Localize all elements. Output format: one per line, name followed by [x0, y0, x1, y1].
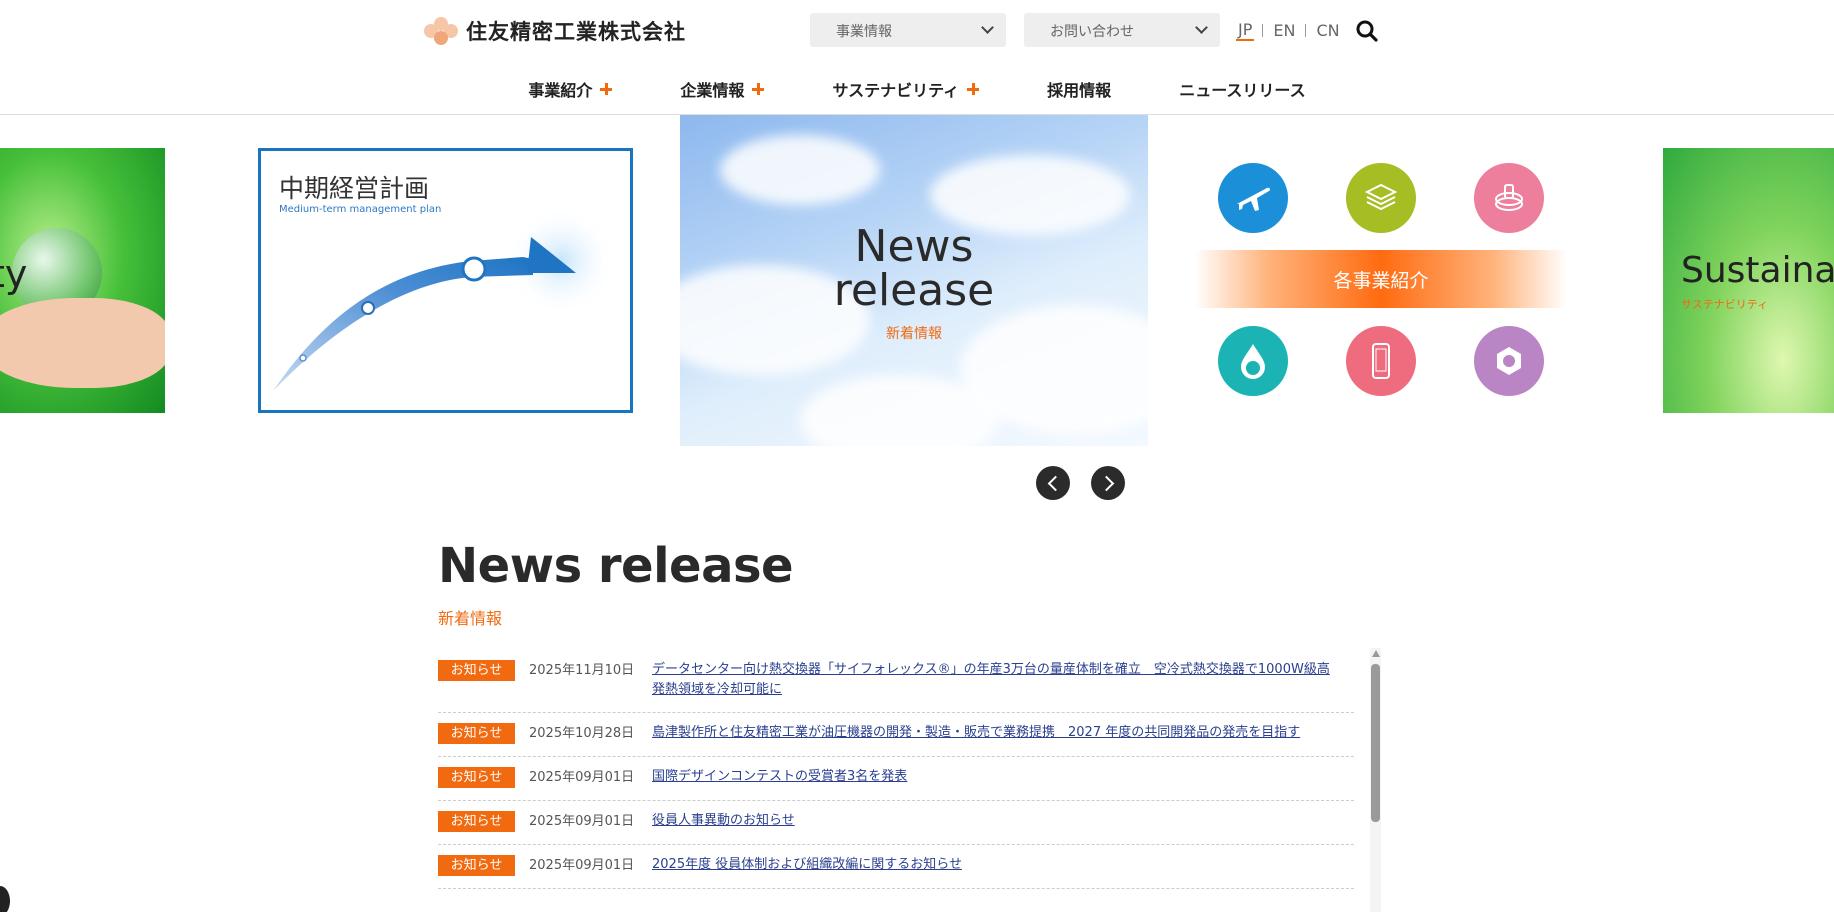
nav-recruit[interactable]: 採用情報	[1013, 77, 1145, 101]
contact-select[interactable]: お問い合わせ	[1024, 13, 1220, 47]
nav-business[interactable]: 事業紹介	[494, 77, 646, 101]
news-item: お知らせ 2025年09月01日 2025年度 役員体制および組織改編に関するお…	[438, 845, 1354, 889]
lang-divider	[1262, 24, 1264, 37]
nav-news-release-label: ニュースリリース	[1179, 81, 1306, 100]
scroll-up-icon[interactable]	[1372, 650, 1380, 657]
nav-recruit-label: 採用情報	[1047, 81, 1112, 100]
slide-medium-term-plan[interactable]: 中期経営計画 Medium-term management plan	[258, 148, 633, 413]
news-slide-subtitle: 新着情報	[886, 326, 942, 342]
floating-widget[interactable]	[0, 886, 10, 912]
news-date: 2025年09月01日	[529, 858, 635, 873]
company-logo[interactable]: 住友精密工業株式会社	[424, 16, 686, 46]
news-category-badge: お知らせ	[438, 855, 515, 876]
hex-nut-icon	[1474, 326, 1544, 396]
news-category-badge: お知らせ	[438, 767, 515, 788]
plus-icon	[600, 83, 613, 95]
lang-jp-link[interactable]: JP	[1236, 20, 1255, 41]
slide-sustainability-right[interactable]: Sustainab サステナビリティ	[1663, 148, 1834, 413]
plus-icon	[967, 83, 980, 95]
news-category-badge: お知らせ	[438, 723, 515, 744]
news-date: 2025年11月10日	[529, 663, 635, 678]
nav-company-label: 企業情報	[680, 81, 745, 100]
news-date: 2025年10月28日	[529, 726, 635, 741]
nav-news-release[interactable]: ニュースリリース	[1145, 77, 1339, 101]
news-section-subheading: 新着情報	[438, 609, 503, 628]
carousel-prev-button[interactable]	[1036, 466, 1070, 500]
slide-right-subtitle: サステナビリティ	[1681, 298, 1769, 311]
lang-cn-link[interactable]: CN	[1314, 21, 1341, 40]
news-title-link[interactable]: 2025年度 役員体制および組織改編に関するお知らせ	[652, 855, 962, 875]
nav-sustainability[interactable]: サステナビリティ	[798, 77, 1013, 101]
business-info-select-label: 事業情報	[836, 24, 892, 40]
carousel-next-button[interactable]	[1091, 466, 1125, 500]
news-item: お知らせ 2025年09月01日 国際デザインコンテストの受賞者3名を発表	[438, 757, 1354, 801]
site-header: 住友精密工業株式会社 事業情報 お問い合わせ JP EN CN 事業紹介 企業情…	[0, 0, 1834, 115]
news-title-link[interactable]: 役員人事異動のお知らせ	[652, 811, 795, 831]
business-info-select[interactable]: 事業情報	[810, 13, 1006, 47]
language-switcher: JP EN CN	[1236, 20, 1342, 41]
news-date: 2025年09月01日	[529, 814, 635, 829]
logo-mark-icon	[424, 17, 458, 45]
hands-image	[0, 298, 165, 388]
search-icon[interactable]	[1356, 20, 1378, 42]
slide-news-release[interactable]: News release 新着情報	[680, 115, 1148, 446]
news-date: 2025年09月01日	[529, 770, 635, 785]
news-slide-title: News release	[680, 225, 1148, 313]
slide-left-title: ty	[0, 252, 28, 296]
global-nav: 事業紹介 企業情報 サステナビリティ 採用情報 ニュースリリース	[0, 77, 1834, 101]
news-list: お知らせ 2025年11月10日 データセンター向け熱交換器「サイフォレックス®…	[438, 650, 1354, 889]
slide-right-title: Sustainab	[1681, 250, 1834, 291]
news-title-link[interactable]: データセンター向け熱交換器「サイフォレックス®」の年産3万台の量産体制を確立 空…	[652, 660, 1342, 700]
heat-exchanger-icon	[1346, 163, 1416, 233]
news-category-badge: お知らせ	[438, 660, 515, 681]
business-intro-label: 各事業紹介	[1195, 250, 1567, 308]
logo-text: 住友精密工業株式会社	[466, 20, 686, 44]
plus-icon	[752, 83, 765, 95]
smartphone-chip-icon	[1346, 326, 1416, 396]
news-title-link[interactable]: 島津製作所と住友精密工業が油圧機器の開発・製造・販売で業務提携 2027 年度の…	[652, 723, 1300, 743]
nav-sustainability-label: サステナビリティ	[832, 81, 960, 100]
slide-sustainability-left[interactable]: ty	[0, 148, 165, 413]
slide-business-intro[interactable]: 各事業紹介	[1190, 148, 1570, 413]
news-item: お知らせ 2025年09月01日 役員人事異動のお知らせ	[438, 801, 1354, 845]
news-scrollbar-thumb[interactable]	[1371, 664, 1380, 822]
nav-business-label: 事業紹介	[528, 81, 593, 100]
airplane-icon	[1218, 163, 1288, 233]
news-category-badge: お知らせ	[438, 811, 515, 832]
growth-arrow-graphic	[273, 206, 616, 391]
chevron-down-icon	[981, 21, 994, 34]
chevron-down-icon	[1195, 21, 1208, 34]
news-section-heading: News release	[438, 538, 794, 594]
gear-stack-icon	[1474, 163, 1544, 233]
news-slide-title-line2: release	[833, 265, 995, 316]
water-globe-icon	[1218, 326, 1288, 396]
lang-divider	[1305, 24, 1307, 37]
news-slide-title-line1: News	[854, 221, 974, 272]
news-title-link[interactable]: 国際デザインコンテストの受賞者3名を発表	[652, 767, 907, 787]
news-item: お知らせ 2025年11月10日 データセンター向け熱交換器「サイフォレックス®…	[438, 650, 1354, 713]
lang-en-link[interactable]: EN	[1271, 21, 1297, 40]
nav-company[interactable]: 企業情報	[646, 77, 798, 101]
contact-select-label: お問い合わせ	[1050, 24, 1134, 40]
news-item: お知らせ 2025年10月28日 島津製作所と住友精密工業が油圧機器の開発・製造…	[438, 713, 1354, 757]
